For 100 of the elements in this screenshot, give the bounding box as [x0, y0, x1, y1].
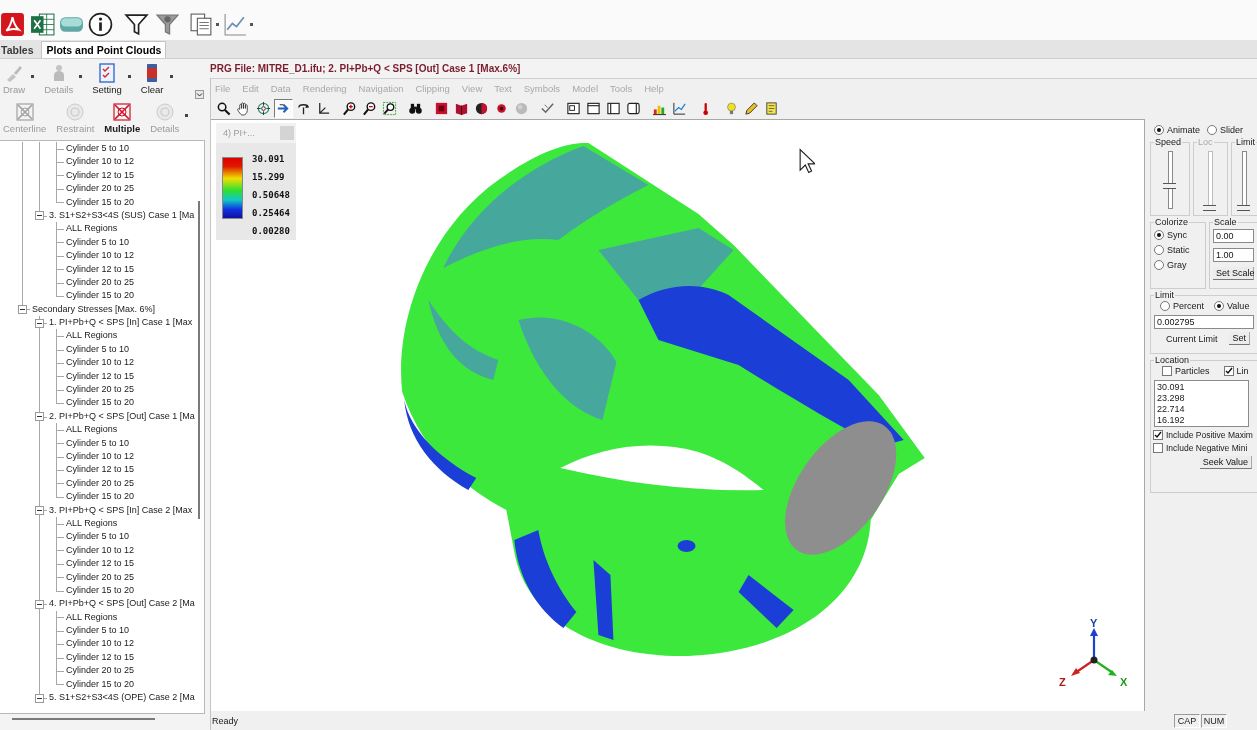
- tree-item[interactable]: Cylinder 20 to 25: [65, 275, 135, 290]
- tree-item[interactable]: Cylinder 20 to 25: [65, 476, 135, 491]
- input-field[interactable]: 0.00: [1213, 229, 1254, 243]
- info-icon[interactable]: [88, 11, 113, 38]
- 3d-viewport[interactable]: 4) PI+... 30.091 15.299 0.50648 0.25464 0.00280 Y Z X: [211, 119, 1145, 711]
- tree-item[interactable]: Cylinder 12 to 15: [65, 262, 135, 276]
- tree-item[interactable]: Cylinder 15 to 20: [65, 289, 135, 303]
- tree-item[interactable]: 3. S1+S2+S3<4S (SUS) Case 1 [Ma: [48, 208, 195, 223]
- pdf-icon[interactable]: [0, 11, 25, 38]
- ribbon-button[interactable]: Multiple: [101, 100, 144, 134]
- radio-button[interactable]: Percent: [1160, 301, 1205, 311]
- radio-icon[interactable]: [1154, 260, 1164, 270]
- ribbon-tab[interactable]: Tables: [0, 41, 39, 58]
- checkbox[interactable]: Include Negative Mini: [1153, 443, 1254, 453]
- checkbox-icon[interactable]: [1162, 366, 1172, 376]
- tree-item[interactable]: 2. PI+Pb+Q < SPS [Out] Case 1 [Ma: [48, 409, 195, 424]
- input-field[interactable]: 1.00: [1213, 248, 1254, 262]
- group-label: Loc: [1197, 137, 1214, 147]
- expander-icon[interactable]: [35, 318, 44, 328]
- checkbox[interactable]: Lin: [1223, 366, 1249, 376]
- tree-item[interactable]: Cylinder 5 to 10: [65, 142, 130, 156]
- tree-item[interactable]: Cylinder 10 to 12: [65, 637, 135, 651]
- radio-icon[interactable]: [1154, 124, 1164, 135]
- radio-icon[interactable]: [1154, 245, 1164, 255]
- tree-item[interactable]: Cylinder 12 to 15: [65, 168, 135, 183]
- tree-item[interactable]: ALL Regions: [65, 329, 118, 343]
- input-field[interactable]: 0.002795: [1154, 315, 1254, 329]
- checklist-icon[interactable]: [97, 63, 117, 83]
- ribbon-tab[interactable]: Plots and Point Clouds: [41, 41, 167, 58]
- radio-icon[interactable]: [1214, 301, 1225, 311]
- tree-item[interactable]: Cylinder 12 to 15: [65, 650, 135, 665]
- checkbox-icon[interactable]: [1153, 430, 1163, 440]
- scrollbar-thumb[interactable]: [198, 201, 200, 519]
- tree-item[interactable]: Cylinder 10 to 12: [65, 249, 135, 263]
- expander-icon[interactable]: [35, 211, 44, 221]
- filter-icon[interactable]: [124, 11, 149, 38]
- list-item[interactable]: 22.714: [1157, 404, 1246, 415]
- radio-icon[interactable]: [1160, 301, 1170, 311]
- checkbox[interactable]: Include Positive Maxim: [1153, 430, 1254, 440]
- tree-item[interactable]: Cylinder 10 to 12: [65, 543, 135, 558]
- tree-item[interactable]: Cylinder 20 to 25: [65, 383, 135, 397]
- tree-item[interactable]: 3. PI+Pb+Q < SPS [In] Case 2 [Max: [48, 503, 193, 517]
- checkbox-icon[interactable]: [1223, 366, 1234, 376]
- checkbox-icon[interactable]: [1153, 443, 1163, 453]
- tree-item[interactable]: Cylinder 20 to 25: [65, 570, 135, 584]
- expander-icon[interactable]: [18, 305, 27, 315]
- radio-icon[interactable]: [1207, 124, 1218, 135]
- list-item[interactable]: 30.091: [1157, 382, 1246, 393]
- ribbon-button[interactable]: Clear: [137, 61, 167, 95]
- expander-icon[interactable]: [35, 693, 44, 703]
- tree-item[interactable]: Cylinder 10 to 12: [65, 450, 135, 464]
- tree-item[interactable]: Cylinder 15 to 20: [65, 195, 135, 209]
- tree-item[interactable]: ALL Regions: [65, 610, 118, 625]
- ribbon-button[interactable]: Setting: [89, 61, 125, 95]
- list-box[interactable]: 30.091 23.298 22.714 16.192: [1154, 380, 1249, 427]
- tree-item[interactable]: ALL Regions: [65, 222, 118, 236]
- tree-item[interactable]: Cylinder 5 to 10: [65, 624, 130, 638]
- tree-item[interactable]: Cylinder 15 to 20: [65, 677, 135, 691]
- cross-frame-icon[interactable]: [112, 102, 133, 122]
- list-item[interactable]: 16.192: [1157, 415, 1246, 426]
- tree-item[interactable]: Cylinder 20 to 25: [65, 664, 135, 678]
- tree-item[interactable]: Cylinder 5 to 10: [65, 342, 130, 357]
- tree-item[interactable]: Cylinder 10 to 12: [65, 356, 135, 370]
- line-chart-icon[interactable]: [223, 11, 248, 38]
- tree-item[interactable]: 1. PI+Pb+Q < SPS [In] Case 1 [Max: [48, 316, 193, 330]
- checkbox[interactable]: Particles: [1162, 366, 1210, 376]
- set-button[interactable]: Set: [1229, 332, 1250, 345]
- set-scale-button[interactable]: Set Scale: [1213, 267, 1254, 280]
- expander-icon[interactable]: [35, 599, 44, 609]
- scrollbar-thumb[interactable]: [12, 718, 155, 720]
- tree-item[interactable]: ALL Regions: [65, 516, 118, 531]
- tree-item[interactable]: Cylinder 15 to 20: [65, 396, 135, 410]
- tree-item[interactable]: Cylinder 5 to 10: [65, 530, 130, 544]
- tree-item[interactable]: 5. S1+S2+S3<4S (OPE) Case 2 [Ma: [48, 691, 195, 705]
- spreadsheet-icon[interactable]: [30, 11, 55, 38]
- expander-icon[interactable]: [35, 506, 44, 516]
- tree-item[interactable]: Secondary Stresses [Max. 6%]: [31, 302, 156, 317]
- radio-button[interactable]: Sync: [1154, 230, 1202, 240]
- tree-item[interactable]: Cylinder 20 to 25: [65, 182, 135, 196]
- seek-value-button[interactable]: Seek Value: [1199, 456, 1252, 469]
- tree-item[interactable]: Cylinder 12 to 15: [65, 463, 135, 477]
- tree-item[interactable]: ALL Regions: [65, 423, 118, 437]
- radio-button[interactable]: Gray: [1154, 260, 1202, 270]
- radio-icon[interactable]: [1154, 230, 1164, 240]
- expander-icon[interactable]: [35, 412, 44, 422]
- tree-item[interactable]: Cylinder 5 to 10: [65, 436, 130, 450]
- radio-button[interactable]: Value: [1214, 301, 1250, 311]
- tree-item[interactable]: Cylinder 5 to 10: [65, 235, 130, 250]
- tree-item[interactable]: Cylinder 15 to 20: [65, 583, 135, 598]
- radio-button[interactable]: Animate: [1154, 124, 1201, 135]
- radio-button[interactable]: Slider: [1207, 124, 1244, 135]
- tree-item[interactable]: Cylinder 15 to 20: [65, 490, 135, 504]
- radio-button[interactable]: Static: [1154, 245, 1202, 255]
- copy-icon[interactable]: [189, 11, 214, 38]
- tree-item[interactable]: Cylinder 10 to 12: [65, 155, 135, 169]
- tree-item[interactable]: 4. PI+Pb+Q < SPS [Out] Case 2 [Ma: [48, 597, 195, 611]
- chevron-icon[interactable]: [195, 90, 204, 99]
- tree-item[interactable]: Cylinder 12 to 15: [65, 557, 135, 571]
- tree-item[interactable]: Cylinder 12 to 15: [65, 369, 135, 384]
- list-item[interactable]: 23.298: [1157, 393, 1246, 404]
